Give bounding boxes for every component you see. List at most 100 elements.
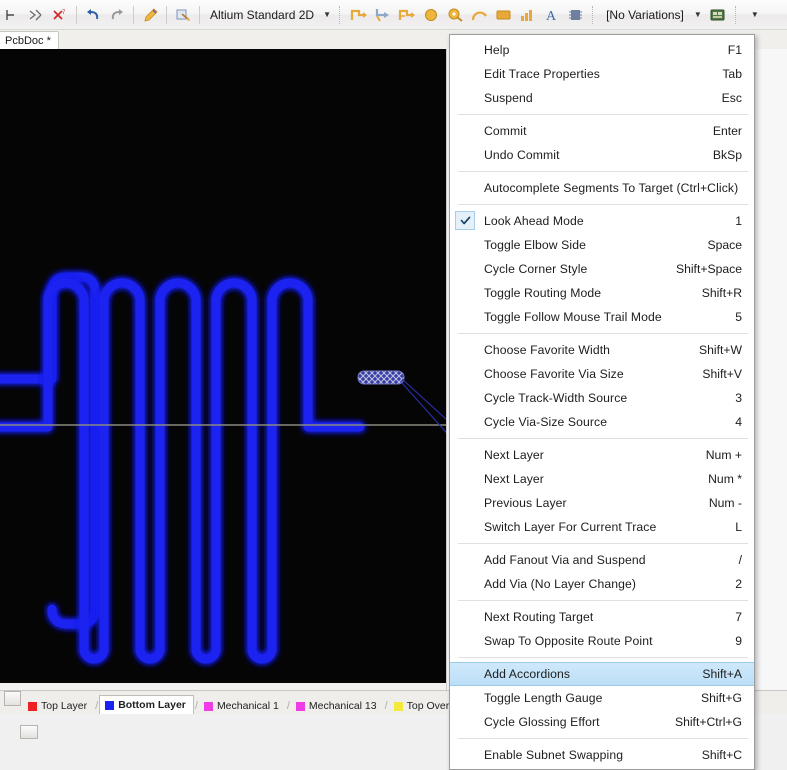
menu-item-shortcut: 4 <box>721 415 742 429</box>
menu-item-shortcut: F1 <box>714 43 742 57</box>
menu-item-shortcut: L <box>721 520 742 534</box>
layer-color-swatch <box>296 702 305 711</box>
menu-separator <box>458 738 748 739</box>
menu-item-shortcut: BkSp <box>699 148 742 162</box>
layer-tab-label: Bottom Layer <box>118 699 186 711</box>
menu-item-shortcut: Shift+V <box>688 367 742 381</box>
menu-item-cycle-glossing-effort[interactable]: Cycle Glossing EffortShift+Ctrl+G <box>450 710 754 734</box>
interactive-routing-context-menu[interactable]: HelpF1Edit Trace PropertiesTabSuspendEsc… <box>449 34 755 770</box>
menu-item-add-accordions[interactable]: Add AccordionsShift+A <box>450 662 754 686</box>
menu-item-edit-trace-properties[interactable]: Edit Trace PropertiesTab <box>450 62 754 86</box>
menu-item-shortcut: / <box>725 553 742 567</box>
menu-item-label: Choose Favorite Via Size <box>484 367 688 381</box>
split-net-icon[interactable] <box>25 3 47 27</box>
menu-item-previous-layer[interactable]: Previous LayerNum - <box>450 491 754 515</box>
menu-item-label: Look Ahead Mode <box>484 214 721 228</box>
menu-item-choose-favorite-via-size[interactable]: Choose Favorite Via SizeShift+V <box>450 362 754 386</box>
menu-item-toggle-follow-mouse-trail-mode[interactable]: Toggle Follow Mouse Trail Mode5 <box>450 305 754 329</box>
highlight-pen-icon[interactable] <box>139 3 161 27</box>
board-planning-icon[interactable] <box>707 3 729 27</box>
place-via-icon[interactable] <box>444 3 466 27</box>
view-configuration-value: Altium Standard 2D <box>204 8 320 22</box>
menu-item-label: Swap To Opposite Route Point <box>484 634 721 648</box>
interactive-routing-icon[interactable] <box>372 3 394 27</box>
menu-item-label: Previous Layer <box>484 496 695 510</box>
menu-item-cycle-via-size-source[interactable]: Cycle Via-Size Source4 <box>450 410 754 434</box>
menu-item-undo-commit[interactable]: Undo CommitBkSp <box>450 143 754 167</box>
menu-separator <box>458 600 748 601</box>
menu-item-switch-layer-for-current-trace[interactable]: Switch Layer For Current TraceL <box>450 515 754 539</box>
layer-color-swatch <box>204 702 213 711</box>
menu-item-toggle-routing-mode[interactable]: Toggle Routing ModeShift+R <box>450 281 754 305</box>
menu-item-autocomplete-segments-to-target[interactable]: Autocomplete Segments To Target (Ctrl+Cl… <box>450 176 754 200</box>
menu-item-commit[interactable]: CommitEnter <box>450 119 754 143</box>
place-fill-icon[interactable] <box>492 3 514 27</box>
menu-item-help[interactable]: HelpF1 <box>450 38 754 62</box>
place-string-icon[interactable]: A <box>540 3 562 27</box>
menu-item-suspend[interactable]: SuspendEsc <box>450 86 754 110</box>
layer-tab-scroll-button[interactable] <box>4 691 21 706</box>
toolbar-grip <box>592 6 595 24</box>
menu-item-label: Add Accordions <box>484 667 688 681</box>
menu-item-label: Cycle Glossing Effort <box>484 715 661 729</box>
toolbar-separator <box>199 6 200 24</box>
menu-item-cycle-corner-style[interactable]: Cycle Corner StyleShift+Space <box>450 257 754 281</box>
undo-icon[interactable] <box>82 3 104 27</box>
layer-tab-mechanical-13[interactable]: Mechanical 13 <box>291 698 384 714</box>
cross-probe-icon[interactable] <box>172 3 194 27</box>
menu-item-shortcut: Num - <box>695 496 742 510</box>
menu-item-label: Next Routing Target <box>484 610 721 624</box>
chevron-down-icon[interactable]: ▼ <box>691 3 705 27</box>
menu-item-next-layer-plus[interactable]: Next LayerNum + <box>450 443 754 467</box>
main-toolbar: 7 Altium Standard 2D ▼ A <box>0 0 787 30</box>
menu-item-label: Autocomplete Segments To Target (Ctrl+Cl… <box>484 181 742 195</box>
menu-item-label: Commit <box>484 124 699 138</box>
layer-tab-label: Mechanical 13 <box>309 700 377 712</box>
svg-text:A: A <box>546 9 557 23</box>
layer-color-swatch <box>105 701 114 710</box>
layer-color-swatch <box>394 702 403 711</box>
net-endpoint-icon[interactable] <box>1 3 23 27</box>
menu-item-label: Suspend <box>484 91 708 105</box>
menu-item-add-via-no-layer-change[interactable]: Add Via (No Layer Change)2 <box>450 572 754 596</box>
menu-item-enable-subnet-swapping[interactable]: Enable Subnet SwappingShift+C <box>450 743 754 767</box>
pcb-design-canvas[interactable] <box>0 49 446 683</box>
menu-item-label: Toggle Elbow Side <box>484 238 693 252</box>
menu-separator <box>458 204 748 205</box>
menu-item-shortcut: 1 <box>721 214 742 228</box>
document-tab-pcbdoc[interactable]: PcbDoc * <box>0 31 59 50</box>
layer-tab-mechanical-1[interactable]: Mechanical 1 <box>199 698 286 714</box>
menu-item-label: Toggle Routing Mode <box>484 286 688 300</box>
ratline-connections <box>402 379 446 459</box>
variations-combo[interactable]: [No Variations] <box>600 5 690 25</box>
place-track-icon[interactable] <box>348 3 370 27</box>
place-component-icon[interactable] <box>564 3 586 27</box>
menu-item-shortcut: Space <box>693 238 742 252</box>
menu-item-next-layer-star[interactable]: Next LayerNum * <box>450 467 754 491</box>
layer-tab-bottom-layer[interactable]: Bottom Layer <box>99 695 194 714</box>
menu-item-cycle-track-width-source[interactable]: Cycle Track-Width Source3 <box>450 386 754 410</box>
menu-item-look-ahead-mode[interactable]: Look Ahead Mode1 <box>450 209 754 233</box>
place-pad-icon[interactable] <box>420 3 442 27</box>
redo-icon[interactable] <box>106 3 128 27</box>
menu-item-label: Cycle Corner Style <box>484 262 662 276</box>
menu-item-choose-favorite-width[interactable]: Choose Favorite WidthShift+W <box>450 338 754 362</box>
layer-color-swatch <box>28 702 37 711</box>
place-differential-pair-icon[interactable] <box>396 3 418 27</box>
menu-item-add-fanout-via-and-suspend[interactable]: Add Fanout Via and Suspend/ <box>450 548 754 572</box>
canvas-scroll-nub[interactable] <box>20 725 38 739</box>
toolbar-overflow-arrow[interactable]: ▼ <box>744 3 766 27</box>
layer-tab-top-layer[interactable]: Top Layer <box>23 698 94 714</box>
chevron-down-icon[interactable]: ▼ <box>320 6 334 24</box>
menu-item-label: Next Layer <box>484 448 692 462</box>
view-configuration-combo[interactable]: Altium Standard 2D ▼ <box>204 5 334 25</box>
menu-item-toggle-elbow-side[interactable]: Toggle Elbow SideSpace <box>450 233 754 257</box>
menu-separator <box>458 438 748 439</box>
delete-net-icon[interactable]: 7 <box>49 3 71 27</box>
menu-item-shortcut: Shift+Space <box>662 262 742 276</box>
menu-item-swap-to-opposite-route-point[interactable]: Swap To Opposite Route Point9 <box>450 629 754 653</box>
menu-item-toggle-length-gauge[interactable]: Toggle Length GaugeShift+G <box>450 686 754 710</box>
place-polygon-icon[interactable] <box>516 3 538 27</box>
place-arc-icon[interactable] <box>468 3 490 27</box>
menu-item-next-routing-target[interactable]: Next Routing Target7 <box>450 605 754 629</box>
